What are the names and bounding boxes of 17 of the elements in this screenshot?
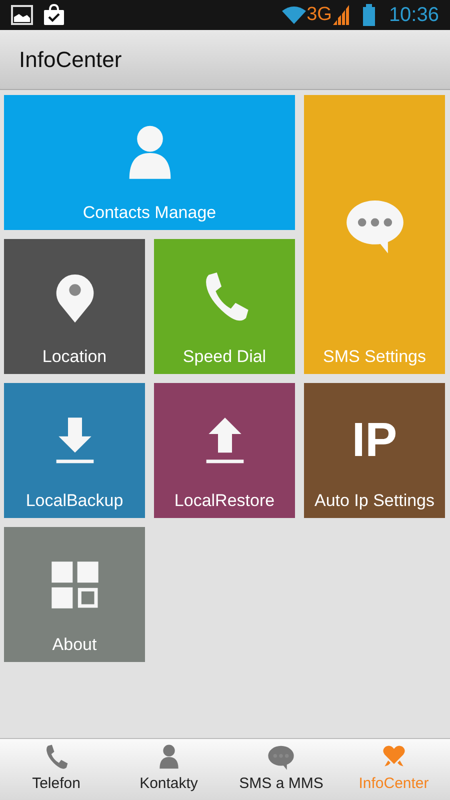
menu-tile[interactable]: About: [4, 527, 145, 662]
menu-tile[interactable]: LocalRestore: [154, 383, 295, 518]
nav-tab[interactable]: Telefon: [0, 739, 112, 800]
clock-time: 10:36: [388, 3, 439, 28]
menu-tile[interactable]: IP Auto Ip Settings: [304, 383, 445, 518]
network-type: 3G: [306, 2, 332, 27]
nav-tab[interactable]: Kontakty: [112, 739, 225, 800]
app-title: InfoCenter: [19, 46, 122, 74]
tile-glyph: IP: [352, 416, 398, 464]
chat-bubble-icon: [267, 743, 296, 772]
menu-tile[interactable]: Location: [4, 239, 145, 374]
shopping-bag-icon: [43, 4, 65, 26]
wifi-icon: [282, 6, 306, 24]
nav-tab[interactable]: SMS a MMS: [225, 739, 338, 800]
gallery-icon: [11, 5, 33, 25]
battery-icon: [362, 4, 375, 26]
menu-tile[interactable]: LocalBackup: [4, 383, 145, 518]
